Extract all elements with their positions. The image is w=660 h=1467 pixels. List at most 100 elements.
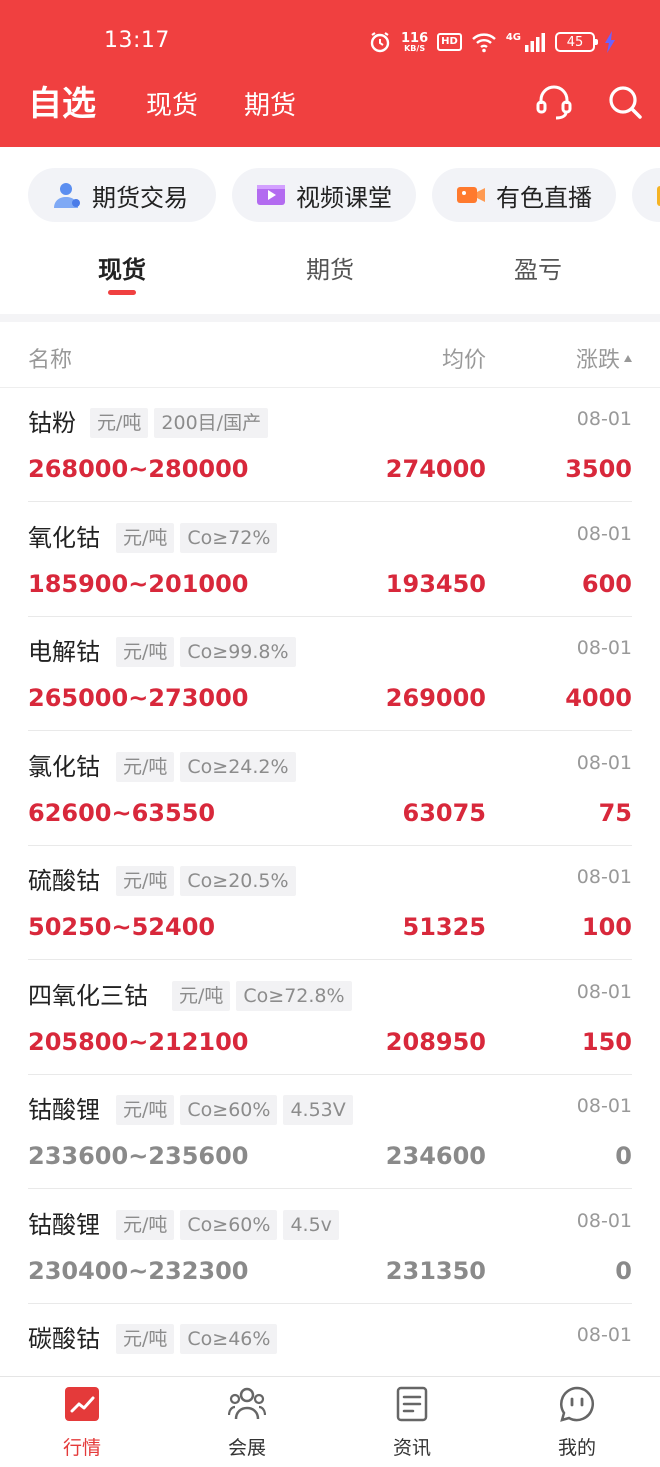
product-tags: 元/吨 Co≥60% 4.53V bbox=[116, 1095, 353, 1125]
price-change: 0 bbox=[615, 1142, 632, 1170]
product-tags: 元/吨 Co≥46% bbox=[116, 1324, 278, 1354]
price-date: 08-01 bbox=[576, 522, 632, 545]
table-row[interactable]: 硫酸钴 元/吨 Co≥20.5% 08-01 50250~52400 51325 100 bbox=[28, 846, 632, 960]
product-tag: 元/吨 bbox=[116, 1209, 175, 1240]
chart-icon bbox=[65, 1387, 99, 1421]
price-change: 0 bbox=[615, 1256, 632, 1285]
network-speed: 116 KB/S bbox=[401, 30, 429, 53]
column-name: 名称 bbox=[28, 348, 73, 373]
average-price: 208950 bbox=[385, 1027, 486, 1056]
shortcut-bar: 期货交易 视频课堂 有色直播 bbox=[0, 168, 660, 224]
product-tag: 元/吨 bbox=[116, 866, 175, 896]
product-tag: Co≥72% bbox=[180, 522, 278, 553]
average-price: 274000 bbox=[385, 455, 486, 483]
search-icon[interactable] bbox=[605, 82, 645, 122]
tab-profile[interactable]: 我的 bbox=[527, 1385, 627, 1465]
price-range: 268000~280000 bbox=[28, 455, 249, 483]
battery-indicator: 45 bbox=[555, 32, 598, 52]
folder-icon bbox=[657, 186, 660, 206]
header-tab-spot[interactable]: 现货 bbox=[146, 88, 198, 124]
table-row[interactable]: 四氧化三钴 元/吨 Co≥72.8% 08-01 205800~212100 208950… bbox=[28, 961, 632, 1075]
average-price: 231350 bbox=[385, 1256, 486, 1285]
column-change[interactable]: 涨跌 bbox=[576, 342, 620, 374]
product-name: 硫酸钴 bbox=[28, 867, 100, 895]
price-change: 100 bbox=[581, 913, 632, 941]
price-range: 230400~232300 bbox=[28, 1256, 249, 1285]
product-tag: Co≥24.2% bbox=[180, 751, 296, 782]
page-title: 自选 bbox=[28, 84, 96, 124]
shortcut-futures-trading[interactable]: 期货交易 bbox=[28, 168, 216, 222]
price-range: 185900~201000 bbox=[28, 569, 249, 598]
table-row[interactable]: 钴粉 元/吨 200目/国产 08-01 268000~280000 274000 3500 bbox=[28, 388, 632, 502]
bottom-tab-bar: 行情 会展 资讯 我的 bbox=[0, 1376, 660, 1467]
sort-icon[interactable] bbox=[624, 355, 632, 362]
charging-icon bbox=[605, 31, 615, 53]
column-average: 均价 bbox=[441, 348, 486, 373]
price-list: 钴粉元/吨 200目/国产 08-01 268000~280000 274000 3500… bbox=[0, 388, 660, 1376]
tab-news[interactable]: 资讯 bbox=[362, 1385, 462, 1465]
product-tags: 元/吨 Co≥72.8% bbox=[172, 980, 352, 1011]
product-tags: 元/吨 Co≥99.8% bbox=[116, 637, 296, 667]
price-date: 08-01 bbox=[576, 1324, 632, 1346]
market-subtabs: 现货 期货 盈亏 bbox=[0, 238, 660, 314]
product-tag: 元/吨 bbox=[116, 1095, 175, 1125]
active-tab-indicator bbox=[108, 290, 136, 295]
product-tags: 元/吨 Co≥72% bbox=[116, 522, 278, 553]
signal-type: 4G bbox=[505, 31, 521, 43]
table-row[interactable]: 氧化钴 元/吨 Co≥72% 08-01 185900~201000 193450 600 bbox=[28, 503, 632, 617]
price-change: 600 bbox=[581, 569, 632, 598]
table-header: 名称 均价 涨跌 bbox=[0, 322, 660, 388]
shortcut-metal-live[interactable]: 有色直播 bbox=[432, 168, 616, 222]
price-date: 08-01 bbox=[576, 1095, 632, 1117]
product-tag: 元/吨 bbox=[116, 522, 175, 553]
price-change: 3500 bbox=[565, 455, 632, 483]
product-tag: 元/吨 bbox=[116, 1324, 175, 1354]
shortcut-video-class[interactable]: 视频课堂 bbox=[232, 168, 416, 222]
product-tags: 元/吨 Co≥24.2% bbox=[116, 751, 296, 782]
product-tag: Co≥60% bbox=[180, 1095, 278, 1125]
hd-badge: HD bbox=[437, 33, 462, 51]
table-row[interactable]: 电解钴 元/吨 Co≥99.8% 08-01 265000~273000 269000 40… bbox=[28, 617, 632, 731]
camera-icon bbox=[457, 187, 485, 203]
product-tag: Co≥20.5% bbox=[180, 866, 296, 896]
table-row[interactable]: 钴酸锂 元/吨 Co≥60% 4.53V 08-01 233600~235600 23460… bbox=[28, 1075, 632, 1189]
profile-icon bbox=[559, 1386, 594, 1422]
app-header: 13:17 116 KB/S HD 4G 45 自选 现货 期货 bbox=[0, 0, 660, 147]
product-tag: Co≥46% bbox=[180, 1324, 278, 1354]
price-change: 75 bbox=[598, 798, 632, 827]
average-price: 193450 bbox=[385, 569, 486, 598]
product-tag: 200目/国产 bbox=[154, 408, 269, 438]
product-tag: Co≥99.8% bbox=[180, 637, 296, 667]
price-date: 08-01 bbox=[576, 408, 632, 430]
status-bar: 13:17 116 KB/S HD 4G 45 bbox=[0, 0, 660, 82]
subtab-spot[interactable]: 现货 bbox=[62, 250, 182, 285]
people-icon bbox=[228, 1387, 266, 1420]
subtab-profit-loss[interactable]: 盈亏 bbox=[478, 250, 598, 285]
header-tab-futures[interactable]: 期货 bbox=[244, 88, 296, 124]
average-price: 269000 bbox=[385, 684, 486, 712]
tab-market[interactable]: 行情 bbox=[32, 1385, 132, 1465]
table-row[interactable]: 氯化钴 元/吨 Co≥24.2% 08-01 62600~63550 63075 75 bbox=[28, 732, 632, 846]
status-time: 13:17 bbox=[104, 28, 170, 53]
product-name: 四氧化三钴 bbox=[28, 981, 148, 1010]
person-icon bbox=[54, 183, 80, 208]
alarm-icon bbox=[370, 32, 390, 53]
product-name: 电解钴 bbox=[28, 638, 100, 666]
table-row[interactable]: 碳酸钴 元/吨 Co≥46% 08-01 bbox=[28, 1304, 632, 1376]
product-name: 钴酸锂 bbox=[28, 1210, 100, 1239]
subtab-futures[interactable]: 期货 bbox=[270, 250, 390, 285]
shortcut-more[interactable] bbox=[632, 168, 660, 222]
price-range: 205800~212100 bbox=[28, 1027, 249, 1056]
video-icon bbox=[257, 185, 285, 205]
section-divider bbox=[0, 314, 660, 322]
product-tag: 元/吨 bbox=[116, 751, 175, 782]
price-date: 08-01 bbox=[576, 751, 632, 774]
product-name: 钴粉 bbox=[28, 409, 76, 437]
signal-icon bbox=[525, 33, 545, 52]
tab-exhibition[interactable]: 会展 bbox=[197, 1385, 297, 1465]
product-tag: 元/吨 bbox=[116, 637, 175, 667]
price-change: 150 bbox=[581, 1027, 632, 1056]
table-row[interactable]: 钴酸锂 元/吨 Co≥60% 4.5v 08-01 230400~232300 231350… bbox=[28, 1190, 632, 1304]
headset-icon[interactable] bbox=[534, 82, 574, 122]
product-tags: 元/吨 Co≥20.5% bbox=[116, 866, 296, 896]
